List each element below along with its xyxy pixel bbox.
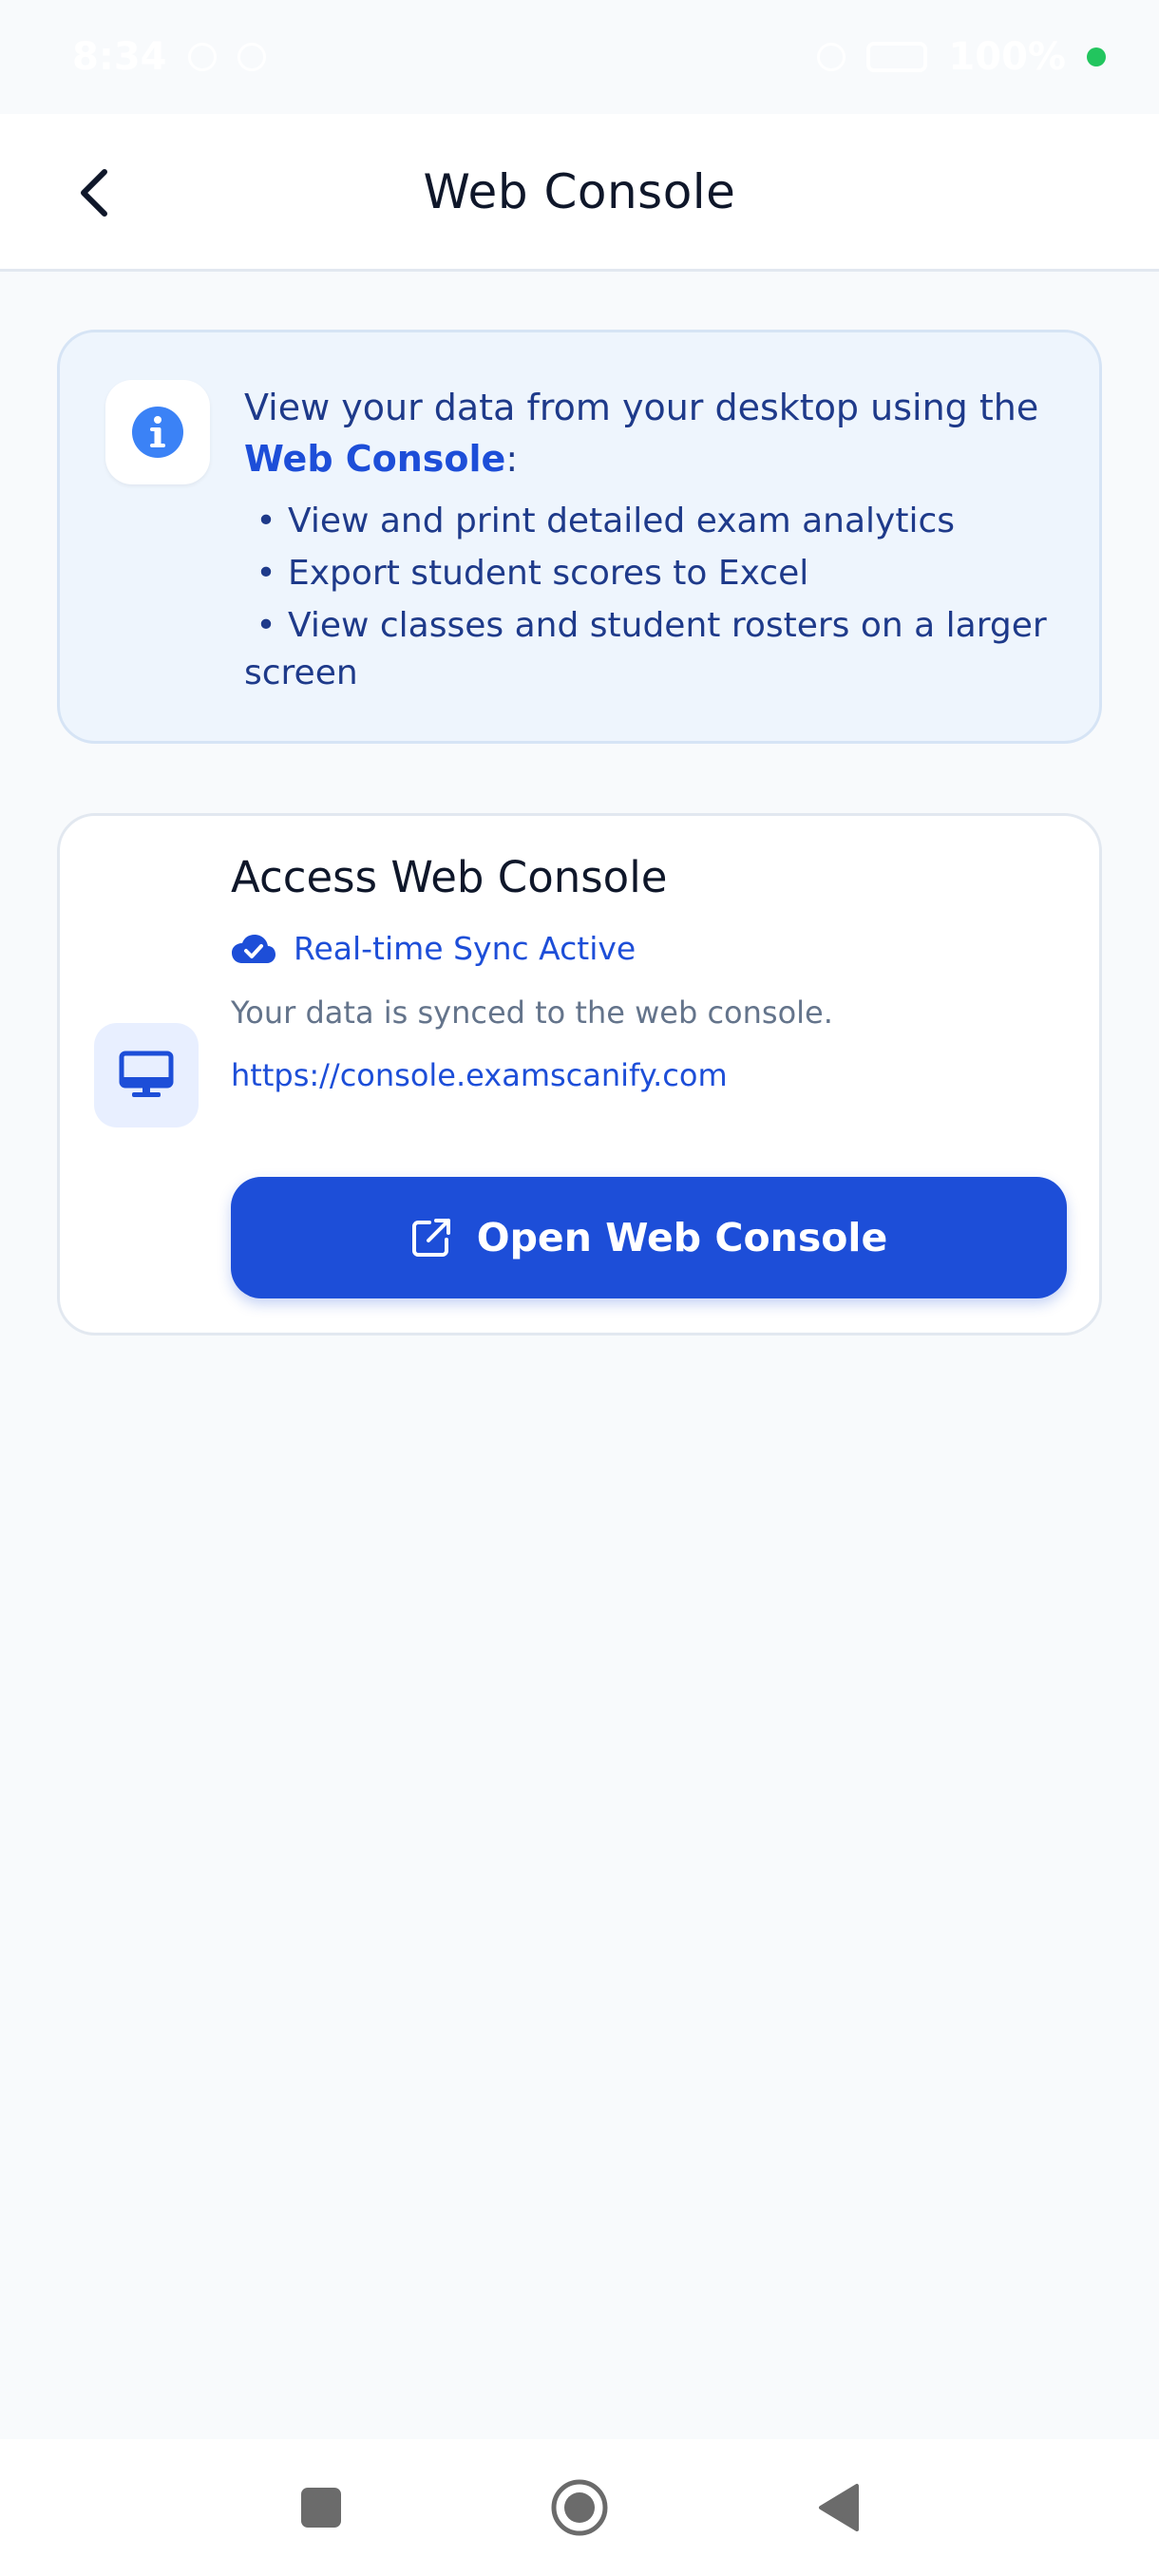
open-web-console-button[interactable]: Open Web Console (231, 1177, 1067, 1298)
system-nav-bar (0, 2439, 1159, 2576)
access-title: Access Web Console (231, 852, 668, 902)
list-item: • View classes and student rosters on a l… (244, 602, 1061, 697)
back-triangle-icon (819, 2484, 859, 2531)
bullet-dot: • (256, 554, 276, 593)
alarm-icon (187, 43, 217, 71)
list-item: • Export student scores to Excel (244, 550, 1061, 597)
bullet-text: View classes and student rosters on a la… (244, 606, 1047, 692)
battery-icon (866, 42, 928, 72)
bullet-text: View and print detailed exam analytics (288, 502, 955, 540)
external-link-icon (411, 1219, 450, 1257)
page-title: Web Console (423, 163, 736, 219)
status-time: 8:34 (72, 35, 167, 79)
info-intro-emphasis: Web Console (244, 438, 506, 480)
battery-level: 100% (948, 35, 1066, 79)
recents-button[interactable] (291, 2477, 352, 2538)
info-intro-prefix: View your data from your desktop using t… (244, 387, 1039, 428)
chevron-left-icon (81, 169, 107, 217)
cloud-check-icon (232, 934, 276, 963)
privacy-indicator-dot (1087, 47, 1106, 66)
sync-label: Real-time Sync Active (294, 930, 636, 967)
bullet-dot: • (256, 606, 276, 645)
console-url-link[interactable]: https://console.examscanify.com (231, 1057, 728, 1093)
info-intro: View your data from your desktop using t… (244, 382, 1061, 484)
open-button-label: Open Web Console (476, 1215, 888, 1260)
info-icon-tile (105, 380, 210, 484)
synced-description: Your data is synced to the web console. (231, 994, 833, 1031)
info-card: View your data from your desktop using t… (57, 330, 1102, 744)
bullet-dot: • (256, 502, 276, 540)
access-card: Access Web Console Real-time Sync Active… (57, 813, 1102, 1335)
status-left: 8:34 (72, 35, 266, 79)
home-button[interactable] (549, 2477, 610, 2538)
info-icon (132, 407, 183, 458)
status-bar: 8:34 100% (0, 0, 1159, 114)
notification-icon (237, 43, 266, 71)
bullet-text: Export student scores to Excel (288, 554, 809, 593)
list-item: • View and print detailed exam analytics (244, 498, 1061, 545)
sync-status: Real-time Sync Active (231, 930, 636, 967)
status-right: 100% (817, 35, 1106, 79)
home-circle-icon (551, 2479, 608, 2536)
info-text: View your data from your desktop using t… (244, 382, 1061, 702)
info-intro-suffix: : (505, 438, 519, 480)
app-header: Web Console (0, 114, 1159, 272)
back-button[interactable] (57, 157, 129, 229)
monitor-icon (119, 1051, 174, 1097)
wifi-icon (817, 43, 846, 71)
monitor-tile (94, 1023, 199, 1127)
system-back-button[interactable] (808, 2477, 868, 2538)
square-icon (301, 2488, 341, 2528)
